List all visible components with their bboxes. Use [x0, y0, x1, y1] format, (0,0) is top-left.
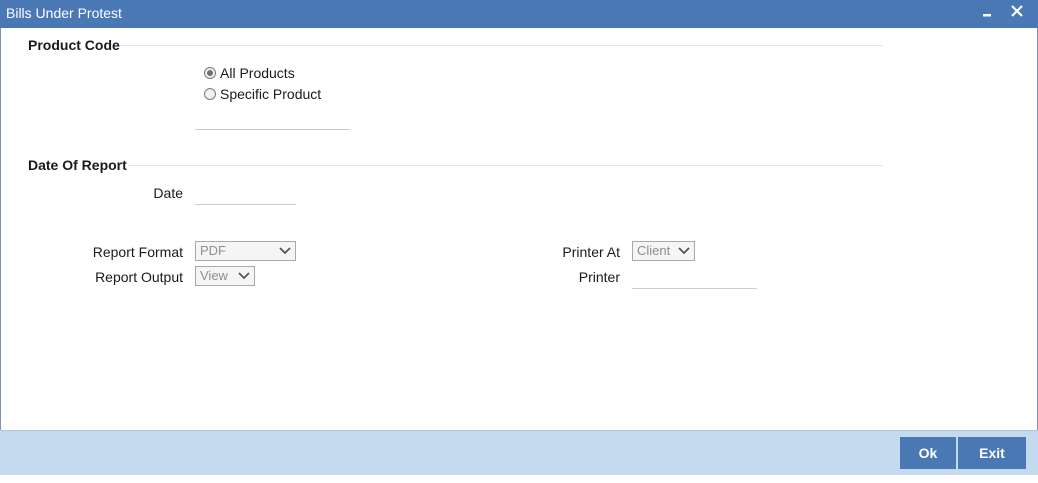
product-code-heading: Product Code [28, 37, 120, 53]
printer-at-select[interactable]: Client [632, 241, 695, 261]
chevron-down-icon [279, 247, 291, 255]
date-input[interactable] [195, 184, 296, 205]
date-of-report-divider [128, 165, 883, 166]
report-output-label: Report Output [95, 269, 183, 285]
printer-label: Printer [578, 269, 620, 285]
chevron-down-icon [678, 247, 690, 255]
chevron-down-icon [238, 272, 250, 280]
printer-at-value: Client [637, 243, 671, 258]
specific-product-radio-button[interactable] [204, 88, 216, 100]
exit-button[interactable]: Exit [958, 437, 1026, 469]
date-label: Date [153, 185, 183, 201]
printer-at-label: Printer At [562, 244, 620, 260]
specific-product-label: Specific Product [220, 86, 322, 102]
footer-bar: Ok Exit [0, 430, 1038, 475]
window-title: Bills Under Protest [6, 5, 122, 21]
report-format-value: PDF [200, 243, 226, 258]
product-code-divider [120, 45, 883, 46]
close-icon[interactable] [1009, 3, 1027, 23]
all-products-radio-button[interactable] [204, 67, 216, 79]
all-products-radio[interactable]: All Products [204, 64, 295, 82]
all-products-label: All Products [220, 65, 295, 81]
report-format-label: Report Format [92, 244, 183, 260]
report-format-select[interactable]: PDF [195, 241, 296, 261]
ok-button[interactable]: Ok [900, 437, 956, 469]
specific-product-input[interactable] [195, 109, 350, 130]
report-output-select[interactable]: View [195, 266, 255, 286]
minimize-icon[interactable] [979, 3, 997, 23]
specific-product-radio[interactable]: Specific Product [204, 85, 321, 103]
date-of-report-heading: Date Of Report [28, 157, 127, 173]
title-bar: Bills Under Protest [0, 0, 1038, 28]
report-output-value: View [200, 268, 228, 283]
printer-input[interactable] [632, 268, 757, 289]
